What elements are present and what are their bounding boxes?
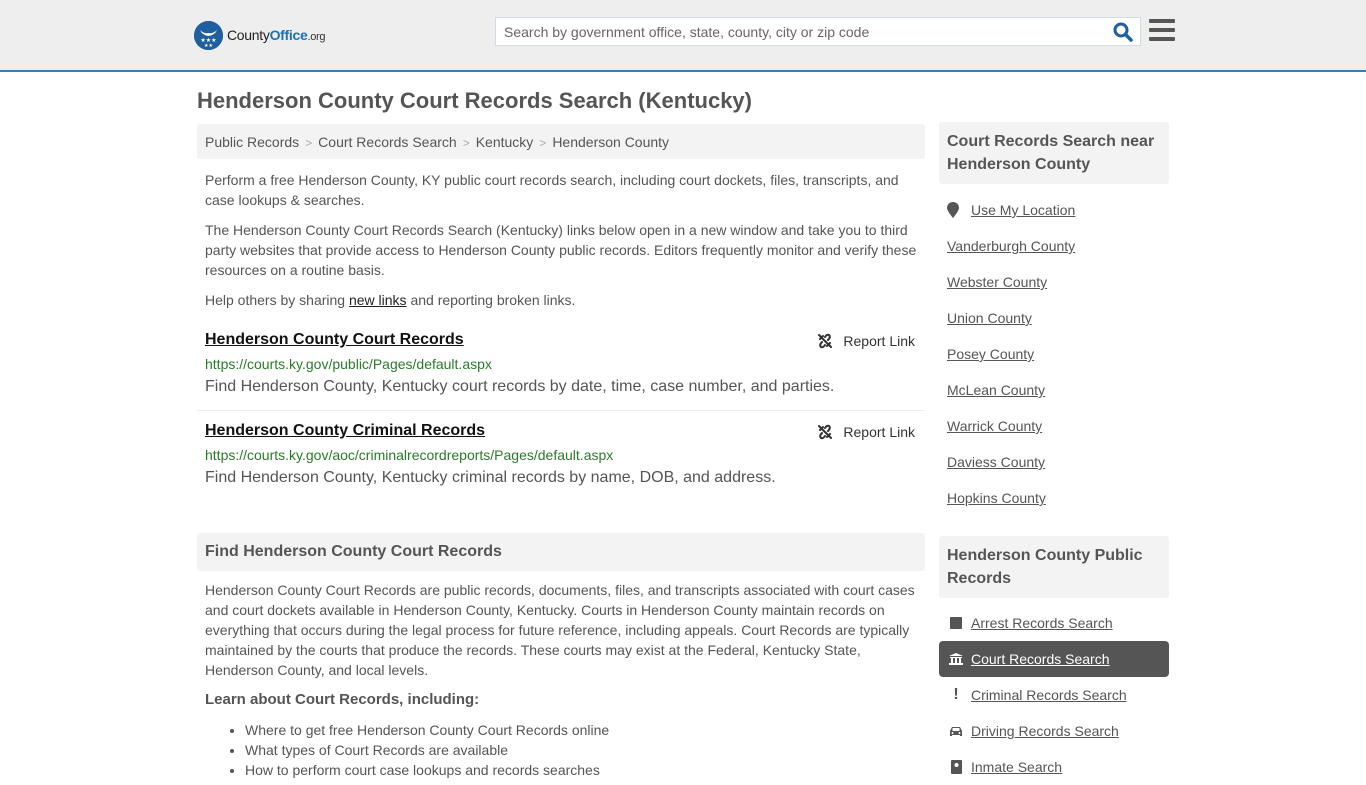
eagle-logo-icon: ★★★ ★★ [194,20,223,50]
search-box [495,17,1141,46]
sidebar-item-arrest-records[interactable]: Arrest Records Search [939,605,1169,641]
search-icon [1113,22,1133,42]
intro-paragraph-2: The Henderson County Court Records Searc… [205,222,917,278]
learn-list-item: What types of Court Records are availabl… [245,740,609,760]
hamburger-icon [1149,19,1175,41]
sidebar-item-label: Criminal Records Search [971,687,1127,703]
result-url: https://courts.ky.gov/public/Pages/defau… [205,356,492,372]
map-pin-icon [947,202,959,218]
logo-wordmark: CountyOffice.org [227,27,326,43]
breadcrumb-court-records-search[interactable]: Court Records Search [318,134,457,150]
breadcrumb-henderson-county[interactable]: Henderson County [552,134,669,150]
search-button[interactable] [1112,21,1134,43]
result-title-link[interactable]: Henderson County Court Records [205,331,464,349]
courthouse-icon [947,653,965,665]
intro-text: Perform a free Henderson County, KY publ… [205,170,921,320]
sidebar-item-driving-records[interactable]: Driving Records Search [939,713,1169,749]
report-link-label: Report Link [843,333,915,349]
menu-button[interactable] [1149,19,1175,43]
sidebar-item-inmate-search[interactable]: Inmate Search [939,749,1169,785]
intro-paragraph-1: Perform a free Henderson County, KY publ… [205,172,899,208]
logo-text-tld: .org [307,31,326,43]
nearby-county-link[interactable]: McLean County [947,382,1045,398]
result-divider [197,410,925,411]
use-my-location-label: Use My Location [971,202,1076,218]
breadcrumb-public-records[interactable]: Public Records [205,134,299,150]
learn-heading: Learn about Court Records, including: [205,691,480,708]
site-logo[interactable]: ★★★ ★★ CountyOffice.org [194,20,326,50]
nearby-county-link[interactable]: Posey County [947,346,1034,362]
find-section-body: Henderson County Court Records are publi… [205,582,915,678]
exclamation-icon: ! [953,686,959,703]
breadcrumb-kentucky[interactable]: Kentucky [476,134,534,150]
result-url: https://courts.ky.gov/aoc/criminalrecord… [205,447,614,463]
public-records-heading: Henderson County Public Records [939,536,1169,598]
site-header: ★★★ ★★ CountyOffice.org [0,0,1366,72]
learn-list: Where to get free Henderson County Court… [245,720,609,780]
learn-list-item: Where to get free Henderson County Court… [245,720,609,740]
sidebar-item-label: Arrest Records Search [971,615,1113,631]
sidebar-item-criminal-records[interactable]: ! Criminal Records Search [939,677,1169,713]
breadcrumb: Public Records > Court Records Search > Kent… [197,124,925,159]
find-section-heading: Find Henderson County Court Records [197,533,925,571]
result-title-link[interactable]: Henderson County Criminal Records [205,422,485,440]
use-my-location-link[interactable]: Use My Location [947,202,1075,218]
intro-paragraph-3: Help others by sharing new links and rep… [205,290,921,310]
result-description: Find Henderson County, Kentucky court re… [205,378,835,395]
sidebar-item-label: Driving Records Search [971,723,1119,739]
breadcrumb-separator: > [305,136,313,150]
breadcrumb-separator: > [539,136,547,150]
report-link-label: Report Link [843,424,915,440]
nearby-county-link[interactable]: Daviess County [947,454,1045,470]
intro-text-after: and reporting broken links. [406,292,576,308]
nearby-county-link[interactable]: Union County [947,310,1032,326]
nearby-county-link[interactable]: Webster County [947,274,1047,290]
page-title: Henderson County Court Records Search (K… [197,88,752,113]
search-input[interactable] [496,18,1096,45]
nearby-county-link[interactable]: Vanderburgh County [947,238,1075,254]
sidebar-item-court-records[interactable]: Court Records Search [939,641,1169,677]
broken-link-icon [818,424,833,440]
inmate-icon [947,760,965,774]
intro-text-before: Help others by sharing [205,292,349,308]
nearby-county-link[interactable]: Warrick County [947,418,1042,434]
broken-link-icon [818,333,833,349]
square-icon [947,617,965,629]
report-link-button[interactable]: Report Link [817,424,915,440]
svg-text:★★: ★★ [204,43,213,49]
sidebar-item-label: Court Records Search [971,651,1110,667]
nearby-county-link[interactable]: Hopkins County [947,490,1046,506]
nearby-heading: Court Records Search near Henderson Coun… [939,122,1169,184]
sidebar-item-label: Inmate Search [971,759,1063,775]
result-description: Find Henderson County, Kentucky criminal… [205,469,776,486]
logo-text-main: County [227,27,270,43]
learn-list-item: How to perform court case lookups and re… [245,760,609,780]
report-link-button[interactable]: Report Link [817,333,915,349]
breadcrumb-separator: > [462,136,470,150]
logo-text-accent: Office [269,27,308,43]
new-links-link[interactable]: new links [349,292,407,308]
car-icon [947,726,965,737]
